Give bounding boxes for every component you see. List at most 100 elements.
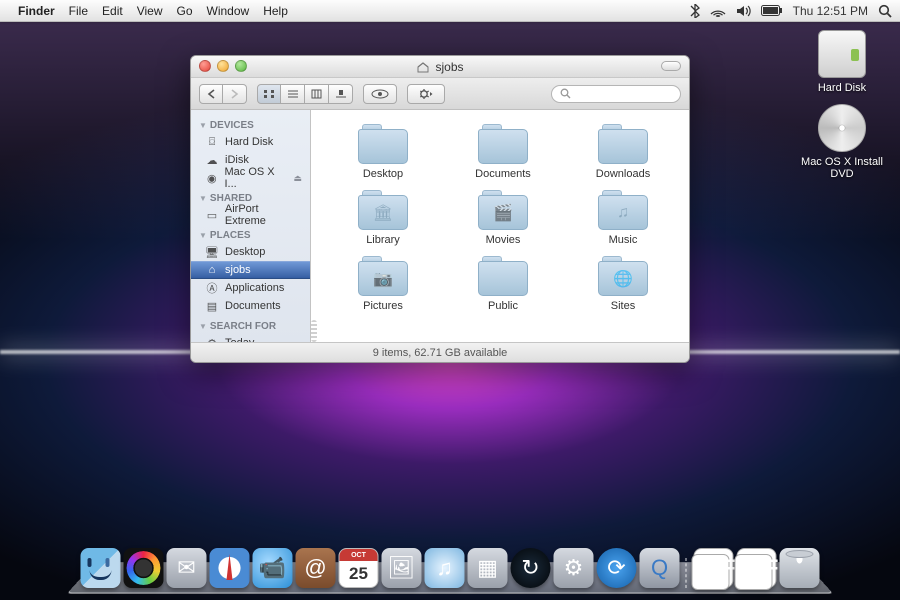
sidebar-item-label: Documents	[225, 300, 281, 312]
app-menu[interactable]: Finder	[18, 4, 55, 18]
sidebar-item-label: Hard Disk	[225, 136, 273, 148]
sidebar-item-label: sjobs	[225, 264, 251, 276]
menu-edit[interactable]: Edit	[102, 4, 123, 18]
dock-quicktime[interactable]: Q	[640, 548, 680, 588]
close-button[interactable]	[199, 60, 211, 72]
smart-icon: ⚙	[205, 337, 219, 343]
dock-mail[interactable]: ✉︎	[167, 548, 207, 588]
menu-view[interactable]: View	[137, 4, 163, 18]
net-icon: ▭	[205, 209, 219, 222]
dock-dashboard[interactable]	[124, 548, 164, 588]
sidebar-item-label: Today	[225, 337, 254, 342]
dock-trash[interactable]	[780, 548, 820, 588]
folder-library[interactable]: 🏛Library	[325, 190, 441, 246]
folder-music[interactable]: ♫Music	[565, 190, 681, 246]
battery-icon[interactable]	[761, 5, 783, 16]
sidebar: ▼DEVICES⌼Hard Disk☁iDisk◉Mac OS X I...⏏▼…	[191, 110, 311, 342]
dock-systempreferences[interactable]: ⚙	[554, 548, 594, 588]
menu-file[interactable]: File	[69, 4, 88, 18]
dock-timemachine[interactable]: ↻	[511, 548, 551, 588]
folder-icon	[598, 124, 648, 164]
folder-public[interactable]: Public	[445, 256, 561, 312]
menubar: Finder File Edit View Go Window Help Thu…	[0, 0, 900, 22]
view-coverflow-button[interactable]	[329, 84, 353, 104]
desktop-install-dvd[interactable]: Mac OS X Install DVD	[794, 104, 890, 180]
minimize-button[interactable]	[217, 60, 229, 72]
view-list-button[interactable]	[281, 84, 305, 104]
dock-ical[interactable]: OCT25	[339, 548, 379, 588]
hard-disk-label: Hard Disk	[818, 82, 866, 94]
devices-header[interactable]: ▼DEVICES	[191, 114, 310, 133]
dock-itunes[interactable]: ♫	[425, 548, 465, 588]
folder-icon: ♫	[598, 190, 648, 230]
sidebar-item-label: Applications	[225, 282, 284, 294]
sidebar-item-label: AirPort Extreme	[225, 203, 302, 227]
menu-go[interactable]: Go	[177, 4, 193, 18]
status-bar: 9 items, 62.71 GB available	[191, 342, 689, 362]
folder-desktop[interactable]: Desktop	[325, 124, 441, 180]
dock-safari[interactable]	[210, 548, 250, 588]
folder-icon	[358, 124, 408, 164]
home-icon	[416, 61, 430, 73]
action-button[interactable]	[407, 84, 445, 104]
docs-icon: ▤	[205, 300, 219, 313]
dock-addressbook[interactable]: @	[296, 548, 336, 588]
sidebar-resizer[interactable]	[311, 110, 317, 342]
folder-sites[interactable]: 🌐Sites	[565, 256, 681, 312]
searchfor-header[interactable]: ▼SEARCH FOR	[191, 315, 310, 334]
sidebar-item-places-documents[interactable]: ▤ Documents	[191, 297, 310, 315]
disclose-icon: ▼	[199, 194, 207, 203]
menu-help[interactable]: Help	[263, 4, 288, 18]
disclose-icon: ▼	[199, 231, 207, 240]
status-text: 9 items, 62.71 GB available	[373, 347, 508, 359]
view-icons-button[interactable]	[257, 84, 281, 104]
install-dvd-label: Mac OS X Install DVD	[794, 156, 890, 180]
folder-pictures[interactable]: 📷Pictures	[325, 256, 441, 312]
idisk-icon: ☁	[205, 154, 219, 167]
search-field[interactable]	[551, 85, 681, 103]
forward-button[interactable]	[223, 84, 247, 104]
sidebar-item-places-applications[interactable]: ⒶApplications	[191, 279, 310, 297]
sidebar-item-devices-hard-disk[interactable]: ⌼Hard Disk	[191, 133, 310, 151]
volume-icon[interactable]	[736, 5, 751, 17]
folder-label: Sites	[611, 300, 635, 312]
view-columns-button[interactable]	[305, 84, 329, 104]
folder-documents[interactable]: Documents	[445, 124, 561, 180]
back-button[interactable]	[199, 84, 223, 104]
titlebar[interactable]: sjobs	[191, 56, 689, 78]
zoom-button[interactable]	[235, 60, 247, 72]
folder-icon	[478, 124, 528, 164]
sidebar-item-shared-airport-extreme[interactable]: ▭ AirPort Extreme	[191, 206, 310, 224]
content-pane: DesktopDocuments Downloads 🏛Library🎬Movies…	[311, 110, 689, 342]
airport-icon[interactable]	[710, 5, 726, 17]
dock-ichat[interactable]: 📹	[253, 548, 293, 588]
sidebar-item-devices-mac-os-x-i-[interactable]: ◉Mac OS X I...⏏	[191, 169, 310, 187]
dock-downloads-stack[interactable]: PDF	[694, 548, 734, 588]
desktop-hard-disk[interactable]: Hard Disk	[794, 30, 890, 94]
dock-divider	[686, 548, 688, 588]
dock-finder[interactable]	[81, 548, 121, 588]
sidebar-item-searchfor-today[interactable]: ⚙ Today	[191, 334, 310, 342]
sidebar-item-label: Desktop	[225, 246, 265, 258]
folder-label: Public	[488, 300, 518, 312]
sidebar-item-places-desktop[interactable]: 🖥Desktop	[191, 243, 310, 261]
clock[interactable]: Thu 12:51 PM	[793, 4, 868, 18]
sidebar-item-places-sjobs[interactable]: ⌂sjobs	[191, 261, 310, 279]
menu-window[interactable]: Window	[207, 4, 250, 18]
dock: ✉︎ 📹 @ OCT25 🖼 ♫ ▦ ↻ ⚙ ⟳ Q PDF PDF	[67, 548, 834, 594]
bluetooth-icon[interactable]	[690, 4, 700, 18]
folder-movies[interactable]: 🎬Movies	[445, 190, 561, 246]
quicklook-seg	[363, 84, 397, 104]
folder-label: Downloads	[596, 168, 650, 180]
dock-preview[interactable]: 🖼	[382, 548, 422, 588]
dock-spaces[interactable]: ▦	[468, 548, 508, 588]
folder-downloads[interactable]: Downloads	[565, 124, 681, 180]
eject-icon[interactable]: ⏏	[293, 173, 302, 184]
dock-sync[interactable]: ⟳	[597, 548, 637, 588]
quicklook-button[interactable]	[363, 84, 397, 104]
dock-documents-stack[interactable]: PDF	[737, 548, 777, 588]
toolbar-pill[interactable]	[661, 61, 681, 71]
spotlight-icon[interactable]	[878, 4, 892, 18]
dvd-icon	[818, 104, 866, 152]
nav-buttons	[199, 84, 247, 104]
